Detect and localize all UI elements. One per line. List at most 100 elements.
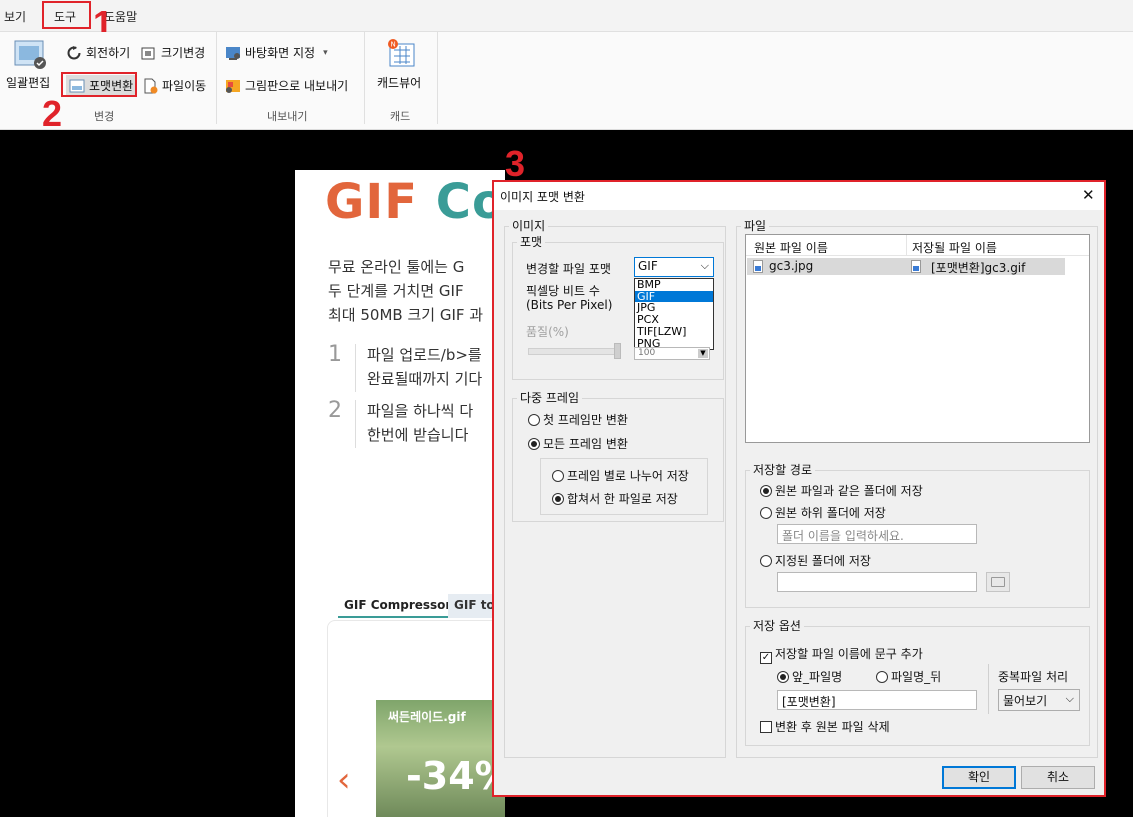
radio-sub-folder[interactable]: 원본 하위 폴더에 저장: [760, 504, 886, 521]
export-clipboard-button[interactable]: 그림판으로 내보내기: [225, 77, 348, 94]
page-title: GIF Co: [325, 174, 505, 230]
prefix-input[interactable]: [포맷변환]: [777, 690, 977, 710]
radio-icon: [760, 555, 772, 567]
format-option-tif[interactable]: TIF[LZW]: [635, 326, 713, 338]
rotate-icon: [66, 45, 82, 61]
column-original-name[interactable]: 원본 파일 이름: [754, 239, 828, 256]
chevron-down-icon: ⌵: [700, 259, 709, 272]
radio-back[interactable]: 파일명_뒤: [876, 668, 941, 685]
batch-edit-button[interactable]: 일괄편집: [6, 74, 50, 91]
checkbox-delete-original-label: 변환 후 원본 파일 삭제: [775, 720, 890, 734]
ribbon-separator: [364, 32, 365, 124]
radio-first-frame[interactable]: 첫 프레임만 변환: [528, 411, 628, 428]
sub-folder-placeholder: 폴더 이름을 입력하세요.: [782, 529, 904, 543]
radio-specified-folder-label: 지정된 폴더에 저장: [775, 554, 871, 568]
quality-spinbox[interactable]: 100 ▼: [634, 347, 710, 360]
format-dropdown-list[interactable]: BMP GIF JPG PCX TIF[LZW] PNG: [634, 278, 714, 350]
image-group-label: 이미지: [509, 217, 549, 234]
radio-icon: [760, 507, 772, 519]
chevron-left-icon[interactable]: ‹: [337, 760, 351, 800]
checkbox-delete-original[interactable]: 변환 후 원본 파일 삭제: [760, 718, 890, 735]
radio-same-folder[interactable]: 원본 파일과 같은 폴더에 저장: [760, 482, 923, 499]
checkbox-add-text[interactable]: ✓ 저장할 파일 이름에 문구 추가: [760, 645, 923, 664]
image-format-convert-dialog: 이미지 포맷 변환 ✕ 이미지 포맷 변경할 파일 포맷 GIF ⌵ BMP G…: [492, 180, 1106, 797]
duplicate-file-value: 물어보기: [1003, 694, 1048, 708]
step-number-1: 1: [328, 342, 342, 367]
annotation-number-2: 2: [42, 93, 63, 134]
file-list[interactable]: 원본 파일 이름 저장될 파일 이름 gc3.jpg [포맷변환]gc3.gif: [745, 234, 1090, 443]
set-wallpaper-label: 바탕화면 지정: [245, 46, 316, 60]
set-wallpaper-button[interactable]: 바탕화면 지정 ▾: [225, 44, 328, 61]
step-2-line-2: 한번에 받습니다: [367, 426, 469, 444]
radio-same-folder-label: 원본 파일과 같은 폴더에 저장: [775, 484, 923, 498]
step-number-2: 2: [328, 398, 342, 423]
radio-split-frames-label: 프레임 별로 나누어 저장: [567, 469, 689, 483]
menu-view[interactable]: 보기: [4, 8, 26, 25]
compression-percent: -34%: [406, 754, 505, 798]
table-row[interactable]: gc3.jpg [포맷변환]gc3.gif: [747, 258, 1065, 275]
ribbon-separator: [437, 32, 438, 124]
prefix-value: [포맷변환]: [782, 695, 836, 709]
chevron-down-icon: ⌵: [1065, 692, 1074, 705]
radio-icon: [876, 671, 888, 683]
tab-gif-compressor[interactable]: GIF Compressor: [338, 594, 458, 618]
radio-selected-icon: [777, 671, 789, 683]
ribbon: 일괄편집 회전하기 크기변경 포맷변환 파일이동 2 변경 바탕화면 지정 ▾: [0, 32, 1133, 134]
folder-icon: [991, 577, 1005, 587]
options-divider: [988, 664, 989, 714]
column-saved-name[interactable]: 저장될 파일 이름: [912, 239, 997, 256]
resize-button[interactable]: 크기변경: [141, 44, 205, 61]
rotate-label: 회전하기: [86, 46, 131, 60]
radio-icon: [528, 414, 540, 426]
spin-down-icon[interactable]: ▼: [698, 349, 708, 358]
rotate-button[interactable]: 회전하기: [66, 44, 130, 61]
group-label-change: 변경: [94, 110, 115, 123]
sub-folder-input[interactable]: 폴더 이름을 입력하세요.: [777, 524, 977, 544]
radio-sub-folder-label: 원본 하위 폴더에 저장: [775, 506, 886, 520]
step-1-line-1: 파일 업로드/b>를: [367, 346, 482, 364]
resize-label: 크기변경: [161, 46, 206, 60]
format-option-bmp[interactable]: BMP: [635, 279, 713, 291]
checkbox-icon: [760, 721, 772, 733]
gif-file-icon: [911, 260, 921, 273]
browse-folder-button[interactable]: [986, 572, 1010, 592]
annotation-box-format-convert: [61, 72, 137, 97]
save-options-group-label: 저장 옵션: [750, 617, 804, 634]
chevron-down-icon: ▾: [323, 47, 328, 58]
group-label-export: 내보내기: [267, 110, 308, 123]
file-move-icon: [142, 78, 158, 94]
quality-value: 100: [638, 348, 656, 358]
quality-slider-thumb[interactable]: [614, 343, 621, 359]
file-group-label: 파일: [741, 217, 770, 234]
cancel-button[interactable]: 취소: [1021, 766, 1095, 789]
ok-button[interactable]: 확인: [942, 766, 1016, 789]
radio-back-label: 파일명_뒤: [891, 670, 942, 684]
jpg-file-icon: [753, 260, 763, 273]
menu-bar: 보기 도구 도움말: [0, 0, 1133, 32]
background-webpage: GIF Co 무료 온라인 툴에는 G 두 단계를 거치면 GIF 최대 50M…: [295, 170, 505, 817]
cad-viewer-button[interactable]: 캐드뷰어: [377, 74, 421, 91]
file-move-button[interactable]: 파일이동: [142, 77, 206, 94]
quality-slider-track[interactable]: [528, 348, 618, 355]
close-icon[interactable]: ✕: [1082, 186, 1095, 204]
specified-folder-input[interactable]: [777, 572, 977, 592]
radio-front[interactable]: 앞_파일명: [777, 668, 842, 685]
radio-all-frames-label: 모든 프레임 변환: [543, 437, 628, 451]
column-divider: [906, 235, 907, 256]
file-list-header: 원본 파일 이름 저장될 파일 이름: [746, 235, 1089, 256]
duplicate-file-select[interactable]: 물어보기 ⌵: [998, 689, 1080, 711]
radio-merge-frames[interactable]: 합쳐서 한 파일로 저장: [552, 490, 678, 507]
target-format-select[interactable]: GIF ⌵: [634, 257, 714, 277]
gif-thumbnail[interactable]: 써든레이드.gif -34%: [376, 700, 505, 817]
cad-viewer-icon: N: [386, 38, 418, 70]
radio-specified-folder[interactable]: 지정된 폴더에 저장: [760, 552, 871, 569]
radio-icon: [552, 470, 564, 482]
step-2-line-1: 파일을 하나씩 다: [367, 402, 474, 420]
row-saved-name: [포맷변환]gc3.gif: [931, 261, 1026, 275]
paint-export-icon: [225, 78, 241, 94]
save-path-group-label: 저장할 경로: [750, 461, 816, 478]
radio-split-frames[interactable]: 프레임 별로 나누어 저장: [552, 467, 689, 484]
radio-merge-frames-label: 합쳐서 한 파일로 저장: [567, 492, 678, 506]
radio-all-frames[interactable]: 모든 프레임 변환: [528, 435, 628, 452]
svg-text:N: N: [391, 41, 396, 49]
